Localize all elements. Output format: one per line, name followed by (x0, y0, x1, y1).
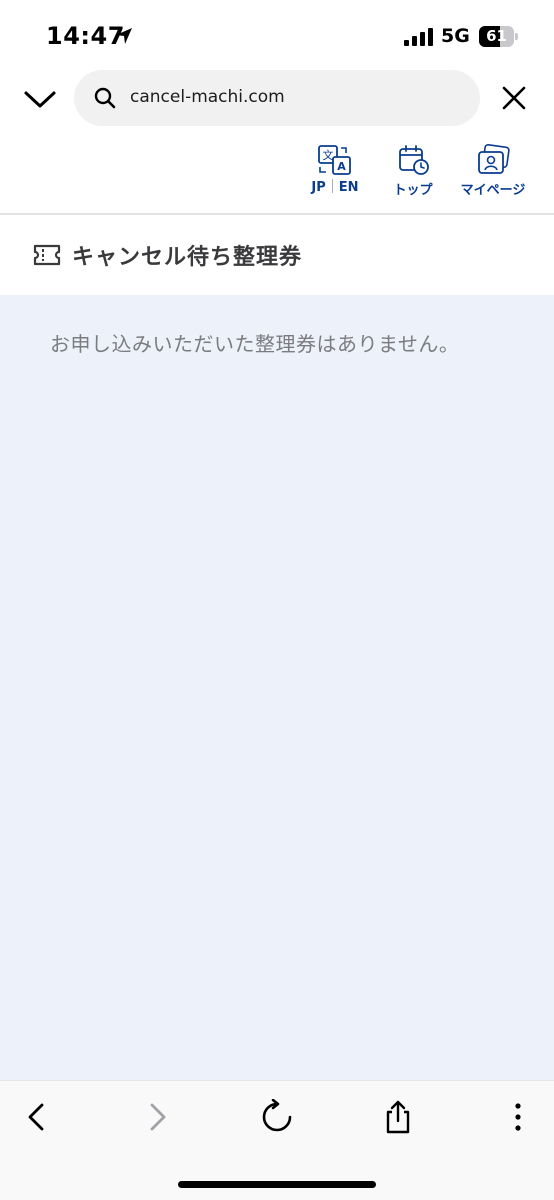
address-bar: cancel-machi.com (0, 70, 554, 128)
empty-state-message: お申し込みいただいた整理券はありません。 (50, 332, 460, 356)
close-icon[interactable] (500, 84, 528, 112)
chevron-down-icon[interactable] (22, 84, 58, 114)
cellular-signal-icon (404, 28, 433, 46)
share-icon[interactable] (380, 1099, 416, 1135)
translate-icon: 文 A (318, 145, 351, 175)
lang-jp: JP (311, 180, 326, 195)
language-label: JP EN (302, 179, 368, 195)
status-bar: 14:47 5G 61 (0, 0, 554, 66)
nav-mypage-link[interactable]: マイページ (456, 144, 530, 204)
main-content: お申し込みいただいた整理券はありません。 (0, 295, 554, 1080)
svg-text:文: 文 (323, 148, 334, 162)
lang-separator (331, 179, 333, 193)
calendar-clock-icon (399, 145, 429, 175)
nav-top-link[interactable]: トップ (380, 144, 446, 204)
browser-toolbar (0, 1080, 554, 1200)
battery-tip (515, 33, 518, 40)
language-toggle[interactable]: 文 A JP EN (302, 144, 368, 204)
nav-top-label: トップ (393, 183, 433, 198)
location-arrow-icon (116, 28, 132, 44)
battery-body: 61 (479, 26, 514, 47)
search-icon (94, 87, 116, 109)
user-card-icon (478, 144, 510, 174)
home-indicator (178, 1181, 376, 1188)
chevron-right-icon[interactable] (138, 1099, 174, 1135)
more-vertical-icon[interactable] (500, 1099, 536, 1135)
reload-icon[interactable] (259, 1099, 295, 1135)
site-header-nav: 文 A JP EN トップ マイページ (0, 144, 554, 214)
network-type: 5G (441, 25, 470, 47)
ticket-icon (33, 244, 61, 266)
lang-en: EN (338, 180, 359, 195)
page-title-row: キャンセル待ち整理券 (0, 215, 554, 295)
page-title: キャンセル待ち整理券 (72, 245, 303, 270)
url-field[interactable]: cancel-machi.com (74, 70, 480, 126)
battery-level: 61 (486, 27, 507, 45)
chevron-left-icon[interactable] (20, 1099, 56, 1135)
svg-text:A: A (337, 160, 346, 173)
url-text: cancel-machi.com (130, 87, 285, 107)
battery-indicator: 61 (479, 26, 518, 47)
nav-mypage-label: マイページ (460, 183, 526, 198)
